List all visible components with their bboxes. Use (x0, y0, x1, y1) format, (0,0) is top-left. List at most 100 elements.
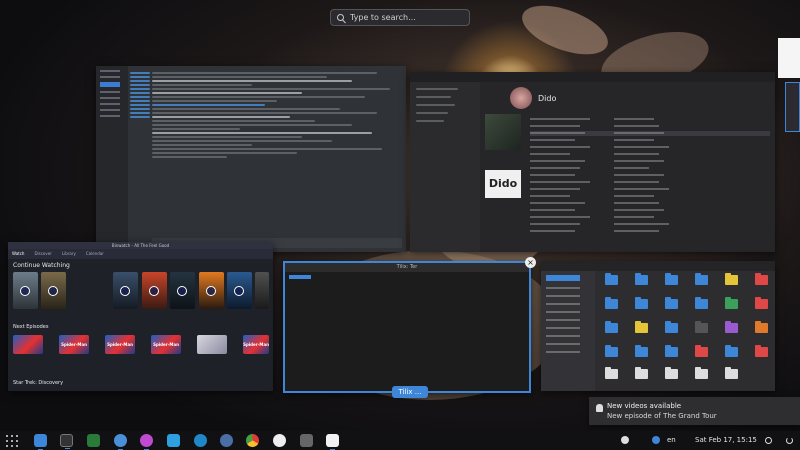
star-trek-heading: Star Trek: Discovery (13, 380, 64, 386)
keyboard-layout[interactable]: en (667, 436, 676, 444)
files-header (541, 261, 775, 271)
telegram-app-icon[interactable] (220, 434, 233, 447)
file-icon[interactable] (725, 367, 738, 379)
folder-icon[interactable] (605, 321, 618, 333)
close-icon[interactable]: × (525, 257, 536, 268)
chat-window[interactable] (96, 66, 406, 252)
notification-banner[interactable]: New videos available New episode of The … (589, 397, 800, 425)
episode-title: Spider-Man (153, 342, 179, 347)
files-sidebar (541, 271, 595, 391)
box-app-icon[interactable] (167, 434, 180, 447)
poster[interactable] (255, 272, 269, 309)
files-app-icon[interactable] (34, 434, 47, 450)
track-list (530, 117, 770, 236)
album-cover[interactable] (485, 114, 521, 150)
spreadsheet-app-icon[interactable] (87, 434, 100, 447)
play-icon[interactable] (20, 286, 30, 296)
tab-watch[interactable]: Watch (12, 249, 24, 259)
folder-icon[interactable] (695, 273, 708, 285)
music-window[interactable]: Dido Dido (410, 72, 775, 252)
episode-title: Spider-Man (243, 342, 269, 347)
folder-icon[interactable] (725, 345, 738, 357)
folder-icon[interactable] (755, 345, 768, 357)
play-icon[interactable] (120, 286, 130, 296)
folder-icon[interactable] (635, 297, 648, 309)
tab-library[interactable]: Library (62, 249, 76, 259)
play-icon[interactable] (149, 286, 159, 296)
browser-app-icon[interactable] (194, 434, 207, 447)
settings-app-icon[interactable] (300, 434, 313, 447)
app-grid-icon[interactable] (6, 435, 18, 447)
settings-icon[interactable] (765, 437, 772, 444)
file-icon[interactable] (665, 367, 678, 379)
search-placeholder: Type to search... (350, 13, 416, 22)
file-icon[interactable] (605, 367, 618, 379)
episode-thumb[interactable]: Spider-Man (243, 335, 269, 354)
folder-icon[interactable] (635, 273, 648, 285)
bluetooth-icon[interactable] (652, 436, 660, 444)
search-icon (337, 14, 344, 21)
folder-icon[interactable] (665, 321, 678, 333)
play-icon[interactable] (177, 286, 187, 296)
play-icon[interactable] (48, 286, 58, 296)
workspace-thumbnail[interactable] (778, 38, 800, 78)
tray-icon[interactable] (621, 436, 629, 444)
folder-icon[interactable] (725, 321, 738, 333)
terminal-window[interactable]: Tilix: Ter (283, 261, 531, 393)
folder-icon[interactable] (605, 273, 618, 285)
folder-icon[interactable] (635, 321, 648, 333)
folder-icon[interactable] (665, 273, 678, 285)
folder-icon[interactable] (695, 297, 708, 309)
folder-icon[interactable] (755, 273, 768, 285)
media-tabs: Watch Discover Library Calendar (8, 249, 273, 259)
episode-title: Spider-Man (61, 342, 87, 347)
episode-thumb[interactable]: Spider-Man (151, 335, 181, 354)
folder-icon[interactable] (665, 297, 678, 309)
power-icon[interactable] (786, 437, 793, 444)
tab-calendar[interactable]: Calendar (86, 249, 104, 259)
episode-title: Spider-Man (107, 342, 133, 347)
tab-discover[interactable]: Discover (34, 249, 51, 259)
folder-icon[interactable] (635, 345, 648, 357)
chat-messages (152, 70, 402, 160)
terminal-tab[interactable] (289, 275, 311, 279)
episode-thumb[interactable]: Spider-Man (59, 335, 89, 354)
folder-icon[interactable] (695, 345, 708, 357)
help-app-icon[interactable] (273, 434, 286, 447)
workspace-thumbnail[interactable] (785, 82, 800, 132)
media-window[interactable]: Binwatch - All The Feel Good Watch Disco… (8, 242, 273, 391)
episode-thumb[interactable]: Spider-Man (105, 335, 135, 354)
search-input[interactable]: Type to search... (330, 9, 470, 26)
terminal-app-icon[interactable] (60, 434, 73, 449)
folder-icon[interactable] (725, 273, 738, 285)
file-icon[interactable] (695, 367, 708, 379)
clock[interactable]: Sat Feb 17, 15:15 (695, 436, 757, 444)
chat-sidebar (96, 66, 128, 252)
music-header (410, 72, 775, 82)
play-icon[interactable] (234, 286, 244, 296)
window-label: Tilix ... (392, 386, 428, 398)
window-app-icon[interactable] (326, 434, 339, 450)
bell-icon (596, 404, 603, 412)
folder-icon[interactable] (695, 321, 708, 333)
file-manager-window[interactable] (541, 261, 775, 391)
chrome-app-icon[interactable] (246, 434, 259, 447)
folder-icon[interactable] (605, 297, 618, 309)
episode-thumb[interactable] (13, 335, 43, 354)
continue-watching-heading: Continue Watching (13, 262, 70, 269)
chat-app-icon[interactable] (114, 434, 127, 450)
music-sidebar (410, 82, 480, 252)
next-episodes-heading: Next Episodes (13, 324, 49, 330)
folder-icon[interactable] (755, 321, 768, 333)
terminal-title: Tilix: Ter (396, 264, 418, 270)
album-cover[interactable]: Dido (485, 170, 521, 198)
play-icon[interactable] (206, 286, 216, 296)
episode-thumb[interactable] (197, 335, 227, 354)
folder-icon[interactable] (725, 297, 738, 309)
folder-icon[interactable] (605, 345, 618, 357)
media-titlebar: Binwatch - All The Feel Good (8, 242, 273, 249)
media-app-icon[interactable] (140, 434, 153, 450)
folder-icon[interactable] (665, 345, 678, 357)
file-icon[interactable] (635, 367, 648, 379)
folder-icon[interactable] (755, 297, 768, 309)
